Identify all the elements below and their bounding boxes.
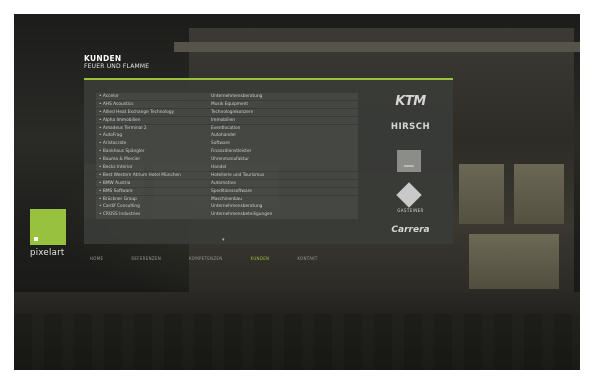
client-industry: Maschinenbau [211, 196, 243, 202]
building-roof [174, 42, 580, 52]
client-row[interactable]: • Cardif Consulting Unternehmensberatung [96, 203, 358, 211]
nav-item-referenzen[interactable]: REFERENZEN [131, 256, 161, 264]
nav-item-kompetenzen[interactable]: KOMPETENZEN [189, 256, 222, 264]
client-name: • AHS Acoustics [99, 101, 134, 107]
client-row[interactable]: • AHS Acoustics Musik Equipment [96, 100, 358, 109]
scroll-more-icon[interactable]: ▾ [222, 237, 225, 243]
client-row[interactable]: • Becks Interior Handel [96, 164, 358, 172]
building-window [459, 164, 504, 224]
client-industry: Immobilien [211, 117, 235, 123]
client-name: • Cardif Consulting [99, 204, 140, 210]
client-industry: Handel [211, 165, 227, 171]
client-industry: Autohandel [211, 133, 236, 139]
client-name: • CROSS Industries [99, 212, 141, 218]
client-industry: Eventlocation [211, 125, 241, 131]
hirsch-logo[interactable]: HIRSCH [370, 122, 451, 132]
client-industry: Automotive [211, 180, 236, 186]
building-window [469, 234, 559, 289]
client-industry: Finanzdienstleister [211, 149, 252, 155]
client-name: • Best Western Atrium Hotel München [99, 172, 181, 178]
client-name: • Alpha Immobilien [99, 117, 141, 123]
main-nav: HOME REFERENZEN KOMPETENZEN KUNDEN KONTAKT [90, 256, 346, 264]
client-industry: Unternehmensberatung [211, 94, 263, 99]
client-industry: Musik Equipment [211, 101, 249, 107]
client-row[interactable]: • Allied Heat Exchange Technology Technol… [96, 108, 358, 117]
client-row[interactable]: • Bankhaus Spängler Finanzdienstleister [96, 148, 358, 156]
ground-texture [14, 314, 580, 370]
building-window [514, 164, 564, 224]
client-name: • Becks Interior [99, 165, 133, 171]
logo-column: KTM HIRSCH KAINDL GASTEINER Carrera [370, 82, 451, 244]
client-name: • Brückner Group [99, 196, 137, 202]
client-row[interactable]: • BMW Austria Automotive [96, 179, 358, 188]
client-industry: Speditionssoftware [211, 188, 252, 194]
client-row[interactable]: • Brückner Group Maschinenbau [96, 195, 358, 203]
client-name: • Bankhaus Spängler [99, 149, 145, 155]
client-industry: Unternehmensberatung [211, 204, 263, 210]
client-row[interactable]: • Best Western Atrium Hotel München Hotel… [96, 171, 358, 180]
client-name: • Bauma & Mercier [99, 157, 141, 163]
client-name: • BMS Software [99, 188, 133, 194]
nav-item-kontakt[interactable]: KONTAKT [297, 256, 317, 264]
client-row[interactable]: • Aristocrate Software [96, 140, 358, 148]
nav-item-kunden[interactable]: KUNDEN [251, 256, 270, 264]
client-row[interactable]: • AutoFrag Autohandel [96, 132, 358, 140]
client-name: • Accelor [99, 94, 119, 99]
client-row[interactable]: • Alpha Immobilien Immobilien [96, 116, 358, 125]
logo-square-icon [34, 237, 38, 241]
ktm-logo[interactable]: KTM [370, 94, 451, 109]
client-name: • Aristocrate [99, 141, 127, 147]
client-name: • Allied Heat Exchange Technology [99, 109, 175, 115]
client-industry: Unternehmensbeteiligungen [211, 212, 273, 218]
kaindl-logo[interactable]: KAINDL [397, 150, 421, 172]
client-row[interactable]: • CROSS Industries Unternehmensbeteiligun… [96, 211, 358, 219]
client-industry: Uhrenmanufaktur [211, 157, 249, 163]
nav-item-home[interactable]: HOME [90, 256, 103, 264]
client-name: • AutoFrag [99, 133, 123, 139]
client-industry: Software [211, 141, 230, 147]
client-row[interactable]: • Amadeus Terminal 2 Eventlocation [96, 124, 358, 132]
client-industry: Technologiekonzern [211, 109, 254, 115]
brand-name: pixelart [30, 248, 65, 258]
client-row[interactable]: • Bauma & Mercier Uhrenmanufaktur [96, 156, 358, 164]
kaindl-logo-text: KAINDL [403, 164, 415, 168]
page-subtitle: FEUER UND FLAMME [84, 63, 150, 70]
clients-panel: • Accelor Unternehmensberatung • AHS Acous… [84, 78, 453, 244]
gastein-emblem-icon [396, 182, 422, 208]
client-name: • Amadeus Terminal 2 [99, 125, 147, 131]
carrera-logo[interactable]: Carrera [370, 225, 451, 235]
client-row[interactable]: • Accelor Unternehmensberatung [96, 93, 358, 101]
client-row[interactable]: • BMS Software Speditionssoftware [96, 187, 358, 196]
page: KUNDEN FEUER UND FLAMME • Accelor Unterne… [0, 0, 594, 385]
client-name: • BMW Austria [99, 180, 131, 186]
gastein-logo[interactable]: GASTEINER [370, 208, 451, 213]
client-industry: Hotellerie und Tourismus [211, 172, 265, 178]
client-list: • Accelor Unternehmensberatung • AHS Acous… [96, 93, 358, 219]
pixelart-logo[interactable] [30, 209, 66, 245]
page-title: KUNDEN [84, 54, 122, 63]
